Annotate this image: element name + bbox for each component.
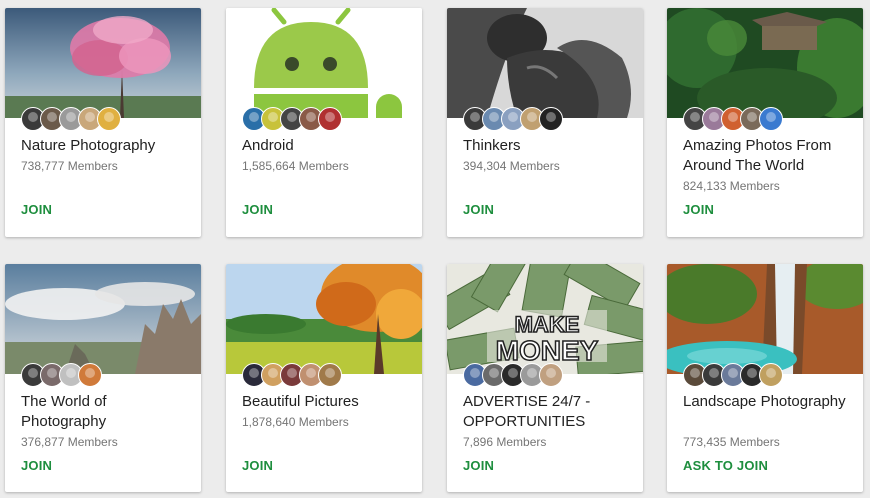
member-avatars: [683, 107, 783, 131]
join-button[interactable]: JOIN: [463, 458, 494, 473]
member-avatars: [683, 363, 783, 387]
member-count: 824,133 Members: [683, 179, 780, 193]
community-card[interactable]: The World of Photography 376,877 Members…: [5, 264, 201, 492]
community-title[interactable]: Thinkers: [463, 136, 633, 156]
avatar[interactable]: [759, 363, 783, 387]
cover-image-pink-blossom-tree[interactable]: [5, 8, 201, 118]
member-avatars: [463, 363, 563, 387]
member-count: 394,304 Members: [463, 159, 560, 173]
member-count: 7,896 Members: [463, 435, 547, 449]
community-card[interactable]: Thinkers 394,304 Members JOIN: [447, 8, 643, 237]
svg-text:MONEY: MONEY: [496, 335, 599, 366]
join-button[interactable]: JOIN: [242, 458, 273, 473]
avatar[interactable]: [97, 107, 121, 131]
cover-image-autumn-tree[interactable]: [226, 264, 422, 374]
member-avatars: [242, 107, 342, 131]
cover-image-jungle-treehouse[interactable]: [667, 8, 863, 118]
member-count: 1,585,664 Members: [242, 159, 349, 173]
avatar[interactable]: [78, 363, 102, 387]
community-card[interactable]: Landscape Photography 773,435 Members AS…: [667, 264, 863, 492]
ask-to-join-button[interactable]: ASK TO JOIN: [683, 458, 768, 473]
join-button[interactable]: JOIN: [21, 458, 52, 473]
community-title[interactable]: Beautiful Pictures: [242, 392, 412, 412]
community-title[interactable]: Amazing Photos From Around The World: [683, 136, 853, 176]
community-title[interactable]: Nature Photography: [21, 136, 191, 156]
community-card[interactable]: Beautiful Pictures 1,878,640 Members JOI…: [226, 264, 422, 492]
svg-text:MAKE: MAKE: [515, 312, 580, 337]
join-button[interactable]: JOIN: [683, 202, 714, 217]
member-avatars: [21, 363, 102, 387]
member-avatars: [242, 363, 342, 387]
cover-image-mountain-clouds[interactable]: [5, 264, 201, 374]
cover-image-android-robot[interactable]: [226, 8, 422, 118]
cover-image-thinker-statue[interactable]: [447, 8, 643, 118]
avatar[interactable]: [539, 363, 563, 387]
avatar[interactable]: [318, 363, 342, 387]
avatar[interactable]: [539, 107, 563, 131]
member-count: 738,777 Members: [21, 159, 118, 173]
community-card[interactable]: Nature Photography 738,777 Members JOIN: [5, 8, 201, 237]
community-title[interactable]: Landscape Photography: [683, 392, 853, 412]
cover-image-waterfall[interactable]: [667, 264, 863, 374]
community-card[interactable]: MAKE MONEY ADVERTISE 24/7 - OPPORTUNITIE…: [447, 264, 643, 492]
community-title[interactable]: The World of Photography: [21, 392, 191, 432]
member-count: 376,877 Members: [21, 435, 118, 449]
join-button[interactable]: JOIN: [463, 202, 494, 217]
member-count: 1,878,640 Members: [242, 415, 349, 429]
community-card[interactable]: Android 1,585,664 Members JOIN: [226, 8, 422, 237]
cover-image-make-money[interactable]: MAKE MONEY: [447, 264, 643, 374]
member-avatars: [21, 107, 121, 131]
join-button[interactable]: JOIN: [21, 202, 52, 217]
avatar[interactable]: [318, 107, 342, 131]
member-count: 773,435 Members: [683, 435, 780, 449]
community-card[interactable]: Amazing Photos From Around The World 824…: [667, 8, 863, 237]
community-title[interactable]: ADVERTISE 24/7 - OPPORTUNITIES: [463, 392, 633, 432]
community-title[interactable]: Android: [242, 136, 412, 156]
join-button[interactable]: JOIN: [242, 202, 273, 217]
community-grid: Nature Photography 738,777 Members JOIN: [0, 0, 870, 498]
avatar[interactable]: [759, 107, 783, 131]
member-avatars: [463, 107, 563, 131]
